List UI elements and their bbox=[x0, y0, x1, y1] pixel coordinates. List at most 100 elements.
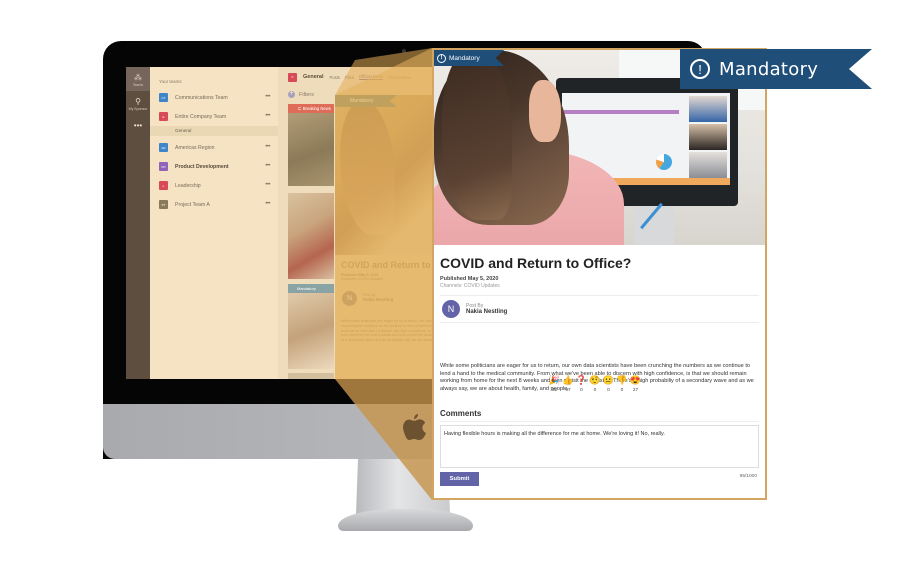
team-tile: PT bbox=[159, 200, 168, 209]
confused-face-icon: 🤨 bbox=[589, 375, 601, 385]
more-options-icon[interactable]: ••• bbox=[265, 163, 270, 169]
exclamation-circle-icon: ! bbox=[437, 53, 446, 63]
tab-files[interactable]: Files bbox=[345, 75, 354, 80]
teams-list-panel: Your teams CT Communications Team ••• E … bbox=[150, 67, 278, 379]
more-options-icon[interactable]: ••• bbox=[265, 201, 270, 207]
promo-stage: ⁂ Teams ⚲ My Sponsor ••• Your teams CT C… bbox=[0, 0, 915, 585]
faded-hair bbox=[340, 100, 395, 235]
team-name: Americas Region bbox=[175, 144, 215, 151]
more-options-icon[interactable]: ••• bbox=[265, 113, 270, 119]
mandatory-label: Mandatory bbox=[449, 54, 480, 62]
character-count: 95/1000 bbox=[739, 474, 757, 479]
author-name[interactable]: Nakia Nestling bbox=[466, 309, 507, 315]
avatar[interactable]: N bbox=[442, 300, 460, 318]
hero-pie-chart bbox=[656, 154, 672, 170]
reaction-thumbs-down[interactable]: 👎 0 bbox=[616, 375, 629, 393]
breaking-news-badge: ⊏ Breaking News bbox=[288, 104, 334, 113]
faded-meta: Published May 5, 2020 Channels: COVID Up… bbox=[341, 273, 383, 281]
published-date: Published May 5, 2020 bbox=[440, 276, 499, 282]
faded-mandatory-badge: Mandatory bbox=[335, 95, 397, 107]
channel-item-general[interactable]: General bbox=[150, 126, 278, 136]
rail-label: Teams bbox=[132, 83, 144, 87]
teams-heading: Your teams bbox=[159, 79, 182, 84]
reaction-count: 32 bbox=[551, 388, 558, 393]
team-item[interactable]: PT Project Team A ••• bbox=[150, 195, 278, 214]
faded-avatar: N bbox=[342, 291, 357, 306]
submit-button[interactable]: Submit bbox=[440, 472, 479, 486]
mandatory-banner: ! Mandatory bbox=[680, 49, 872, 89]
reaction-question[interactable]: ❓ 0 bbox=[575, 375, 588, 393]
team-item[interactable]: CT Communications Team ••• bbox=[150, 88, 278, 107]
divider bbox=[440, 322, 759, 323]
thumbs-up-icon: 👍 bbox=[562, 375, 574, 385]
news-card[interactable] bbox=[288, 373, 334, 379]
heart-eyes-icon: 😍 bbox=[629, 375, 642, 385]
comment-input[interactable]: Having flexible hours is making all the … bbox=[440, 425, 759, 468]
news-card[interactable] bbox=[288, 193, 334, 279]
video-tile bbox=[689, 96, 727, 122]
faded-author: Post By Nakia Nestling bbox=[363, 293, 393, 302]
filter-icon: + bbox=[288, 91, 295, 98]
team-item[interactable]: AR Americas Region ••• bbox=[150, 138, 278, 157]
stand-base bbox=[338, 509, 473, 531]
reaction-count: 0 bbox=[580, 388, 583, 393]
hero-hair-front bbox=[442, 50, 512, 220]
team-tile: CT bbox=[159, 93, 168, 102]
rail-item-more[interactable]: ••• bbox=[126, 115, 150, 130]
author-block: N Post By Nakia Nestling bbox=[434, 296, 765, 322]
hero-screen-bar bbox=[564, 110, 679, 114]
team-item[interactable]: PD Product Development ••• bbox=[150, 157, 278, 176]
hero-face bbox=[529, 80, 561, 142]
reaction-count: 0 bbox=[607, 388, 610, 393]
team-name: Communications Team bbox=[175, 94, 228, 101]
question-icon: ❓ bbox=[575, 375, 588, 385]
neutral-face-icon: 😐 bbox=[602, 375, 615, 385]
breaking-label: Breaking News bbox=[302, 106, 331, 111]
article-body: COVID and Return to Office? Published Ma… bbox=[434, 245, 765, 392]
more-options-icon[interactable]: ••• bbox=[265, 182, 270, 188]
reaction-neutral[interactable]: 😐 0 bbox=[602, 375, 615, 393]
rail-item-teams[interactable]: ⁂ Teams bbox=[126, 67, 150, 91]
reaction-heart-eyes[interactable]: 😍 27 bbox=[629, 375, 642, 393]
faded-article-card: Mandatory COVID and Return to Published … bbox=[335, 95, 435, 379]
thumbs-down-icon: 👎 bbox=[616, 375, 628, 385]
app-rail: ⁂ Teams ⚲ My Sponsor ••• bbox=[126, 67, 150, 379]
news-card[interactable]: ⊏ Breaking News bbox=[288, 104, 334, 186]
video-tile bbox=[689, 152, 727, 178]
reaction-confused[interactable]: 🤨 0 bbox=[589, 375, 602, 393]
faded-channels: Channels: COVID Updates bbox=[341, 277, 383, 281]
sponsor-icon: ⚲ bbox=[135, 97, 141, 106]
team-name: Project Team A bbox=[175, 201, 210, 208]
tab-social-news[interactable]: Social News bbox=[388, 75, 411, 80]
divider bbox=[440, 421, 759, 422]
team-name: Leadership bbox=[175, 182, 201, 189]
team-item[interactable]: L Leadership ••• bbox=[150, 176, 278, 195]
webcam bbox=[402, 49, 406, 53]
reaction-count: 27 bbox=[632, 388, 639, 393]
team-name: Product Development bbox=[175, 163, 229, 170]
article-card: ! Mandatory COVID and Return to Office? … bbox=[432, 48, 767, 500]
video-tile bbox=[689, 124, 727, 150]
reaction-count: 97 bbox=[565, 388, 571, 393]
faded-title: COVID and Return to bbox=[341, 260, 431, 270]
rail-item-sponsor[interactable]: ⚲ My Sponsor bbox=[126, 91, 150, 115]
tab-posts[interactable]: Posts bbox=[329, 75, 339, 80]
more-options-icon[interactable]: ••• bbox=[265, 94, 270, 100]
team-tile: L bbox=[159, 181, 168, 190]
team-item[interactable]: E Entire Company Team ••• bbox=[150, 107, 278, 126]
faded-hero-image bbox=[335, 95, 435, 255]
article-title: COVID and Return to Office? bbox=[440, 255, 632, 271]
exclamation-circle-icon: ! bbox=[690, 59, 710, 79]
more-options-icon[interactable]: ••• bbox=[265, 144, 270, 150]
reactions-bar: 🎉 32 👍 97 ❓ 0 🤨 0 😐 0 👎 0 😍 27 bbox=[548, 375, 643, 393]
mandatory-badge: ! Mandatory bbox=[434, 50, 504, 66]
faded-body: While some politicians are eager for us … bbox=[341, 319, 435, 343]
tab-official-news[interactable]: Official News bbox=[358, 74, 384, 80]
reaction-party[interactable]: 🎉 32 bbox=[548, 375, 561, 393]
more-icon: ••• bbox=[133, 121, 143, 130]
news-card[interactable]: Mandatory bbox=[288, 284, 334, 369]
mandatory-badge: Mandatory bbox=[288, 284, 334, 293]
channels-label: Channels: COVID Updates bbox=[440, 283, 500, 289]
team-tile: PD bbox=[159, 162, 168, 171]
reaction-thumbs-up[interactable]: 👍 97 bbox=[562, 375, 575, 393]
